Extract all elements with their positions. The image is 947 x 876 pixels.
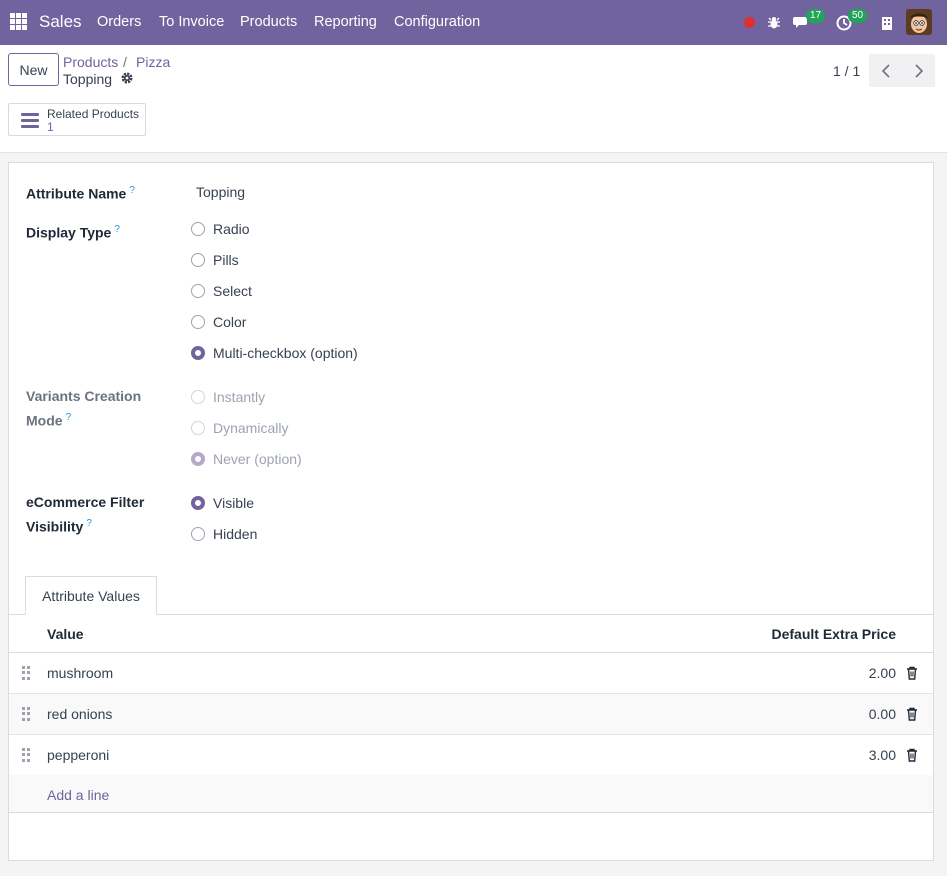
column-value[interactable]: Value — [47, 626, 84, 642]
help-icon[interactable]: ? — [86, 518, 92, 529]
top-navbar: Sales Orders To Invoice Products Reporti… — [0, 0, 947, 45]
trash-icon[interactable] — [906, 666, 918, 680]
chevron-right-icon — [914, 63, 923, 78]
row-value[interactable]: mushroom — [47, 665, 113, 681]
table-row[interactable]: red onions 0.00 — [9, 694, 933, 735]
control-panel: New Products / Pizza Topping 1 / 1 Relat… — [0, 45, 947, 153]
add-line-link[interactable]: Add a line — [47, 787, 109, 803]
menu-reporting[interactable]: Reporting — [314, 14, 377, 30]
variants-dynamically: Dynamically — [191, 418, 288, 438]
chevron-left-icon — [881, 63, 890, 78]
record-icon[interactable] — [742, 0, 757, 45]
pager-next-button[interactable] — [902, 54, 935, 87]
trash-icon[interactable] — [906, 748, 918, 762]
menu-orders[interactable]: Orders — [97, 14, 141, 30]
ecommerce-filter-visibility-label: eCommerce Filter Visibility? — [26, 494, 145, 535]
tab-attribute-values[interactable]: Attribute Values — [25, 576, 157, 615]
display-type-label: Display Type? — [26, 224, 120, 241]
breadcrumb-pizza[interactable]: Pizza — [136, 54, 170, 70]
new-button[interactable]: New — [8, 53, 59, 86]
apps-menu-icon[interactable] — [10, 13, 27, 30]
radio-button[interactable] — [191, 527, 205, 541]
variants-creation-mode-label: Variants Creation Mode? — [26, 388, 142, 429]
add-line-row: Add a line — [9, 775, 933, 813]
company-icon[interactable] — [879, 0, 894, 45]
menu-to-invoice[interactable]: To Invoice — [159, 14, 224, 30]
column-default-extra-price[interactable]: Default Extra Price — [772, 626, 897, 642]
app-brand[interactable]: Sales — [39, 12, 82, 32]
display-type-pills[interactable]: Pills — [191, 250, 239, 270]
related-products-label: Related Products — [47, 107, 140, 121]
pager-previous-button[interactable] — [869, 54, 902, 87]
ecommerce-visible[interactable]: Visible — [191, 493, 254, 513]
display-type-radio[interactable]: Radio — [191, 219, 250, 239]
user-avatar[interactable] — [906, 9, 932, 35]
table-row[interactable]: mushroom 2.00 — [9, 653, 933, 694]
radio-button[interactable] — [191, 253, 205, 267]
pager-value[interactable]: 1 / 1 — [833, 63, 860, 79]
radio-button-selected — [191, 452, 205, 466]
attribute-name-label: Attribute Name? — [26, 185, 135, 202]
help-icon[interactable]: ? — [129, 185, 135, 196]
help-icon[interactable]: ? — [66, 412, 72, 423]
variants-instantly: Instantly — [191, 387, 265, 407]
trash-icon[interactable] — [906, 707, 918, 721]
breadcrumb-current: Topping — [63, 71, 113, 87]
activities-icon[interactable] — [835, 0, 853, 45]
radio-button[interactable] — [191, 222, 205, 236]
gear-icon[interactable] — [120, 71, 134, 85]
breadcrumb-separator: / — [123, 54, 127, 70]
attribute-name-field[interactable]: Topping — [196, 184, 245, 200]
list-icon — [21, 113, 39, 128]
drag-handle-icon[interactable] — [22, 748, 30, 762]
menu-products[interactable]: Products — [240, 14, 297, 30]
table-row[interactable]: pepperoni 3.00 — [9, 735, 933, 776]
help-icon[interactable]: ? — [114, 224, 120, 235]
bug-icon[interactable] — [766, 0, 782, 45]
radio-button[interactable] — [191, 284, 205, 298]
ecommerce-hidden[interactable]: Hidden — [191, 524, 257, 544]
related-products-button[interactable]: Related Products 1 — [8, 103, 146, 136]
row-value[interactable]: red onions — [47, 706, 112, 722]
radio-button-selected[interactable] — [191, 346, 205, 360]
menu-configuration[interactable]: Configuration — [394, 14, 480, 30]
radio-button — [191, 390, 205, 404]
messages-icon[interactable] — [792, 0, 812, 45]
drag-handle-icon[interactable] — [22, 666, 30, 680]
breadcrumb-products[interactable]: Products — [63, 54, 118, 70]
radio-button-selected[interactable] — [191, 496, 205, 510]
row-price[interactable]: 2.00 — [869, 665, 896, 681]
row-price[interactable]: 3.00 — [869, 747, 896, 763]
table-header: Value Default Extra Price — [9, 615, 933, 653]
radio-button — [191, 421, 205, 435]
related-products-count: 1 — [47, 120, 54, 134]
form-sheet: Attribute Name? Topping Display Type? Ra… — [8, 162, 934, 861]
radio-button[interactable] — [191, 315, 205, 329]
variants-never: Never (option) — [191, 449, 302, 469]
messages-badge: 17 — [806, 9, 826, 23]
display-type-color[interactable]: Color — [191, 312, 246, 332]
activities-badge: 50 — [848, 9, 868, 23]
row-value[interactable]: pepperoni — [47, 747, 109, 763]
display-type-multi-checkbox[interactable]: Multi-checkbox (option) — [191, 343, 358, 363]
display-type-select[interactable]: Select — [191, 281, 252, 301]
drag-handle-icon[interactable] — [22, 707, 30, 721]
row-price[interactable]: 0.00 — [869, 706, 896, 722]
